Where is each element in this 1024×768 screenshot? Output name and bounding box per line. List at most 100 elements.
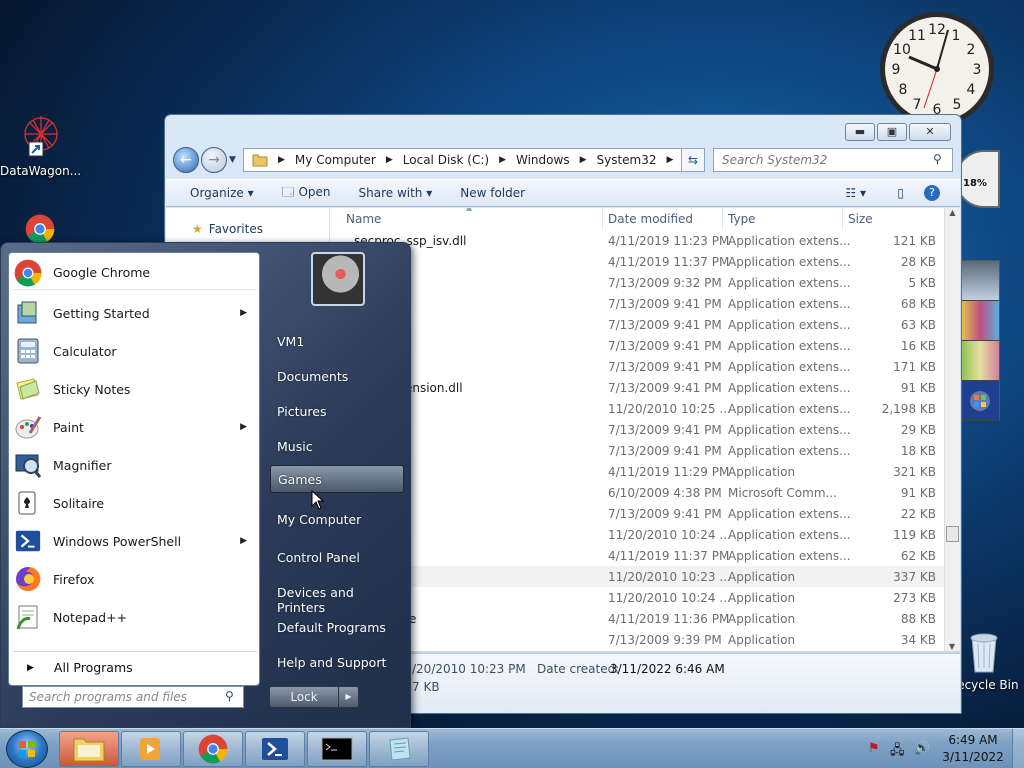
start-program-getting-started[interactable]: Getting Started ▶ [13, 296, 257, 330]
start-program-solitaire[interactable]: Solitaire [13, 486, 257, 520]
file-row[interactable]: secproc_ssp_isv.dll 4/11/2019 11:23 PM App… [332, 230, 944, 251]
file-row[interactable]: .dll4/11/2019 11:37 PMApplication extens… [332, 251, 944, 272]
file-row[interactable]: .dll7/13/2009 9:32 PMApplication extens.… [332, 272, 944, 293]
vertical-scrollbar[interactable]: ▲ ▼ [944, 208, 960, 651]
breadcrumb-local-disk[interactable]: Local Disk (C:) [403, 153, 489, 167]
file-date: 4/11/2019 11:36 PM [608, 612, 730, 626]
start-button[interactable] [6, 730, 48, 768]
taskbar-chrome-button[interactable] [183, 731, 243, 767]
magnifier-icon [13, 450, 43, 480]
file-row[interactable]: )11/20/2010 10:23 ...Application337 KB [332, 566, 944, 587]
start-link-devices-and-printers[interactable]: Devices and Printers [270, 579, 404, 615]
taskbar-cmd-button[interactable] [307, 731, 367, 767]
address-bar[interactable]: ▶ My Computer ▶ Local Disk (C:) ▶ Window… [243, 148, 699, 172]
start-link-default-programs[interactable]: Default Programs [270, 614, 404, 642]
search-icon[interactable]: ⚲ [933, 152, 942, 166]
start-link-control-panel[interactable]: Control Panel [270, 544, 404, 572]
close-button[interactable]: ✕ [909, 123, 951, 141]
start-program-paint[interactable]: Paint ▶ [13, 410, 257, 444]
breadcrumb-windows[interactable]: Windows [516, 153, 570, 167]
file-row[interactable]: .dll7/13/2009 9:41 PMApplication extens.… [332, 335, 944, 356]
recent-pages-icon[interactable]: ▼ [229, 155, 236, 165]
network-icon[interactable]: 🖧 [890, 741, 905, 763]
file-row[interactable]: .dll11/20/2010 10:24 ...Application exte… [332, 524, 944, 545]
start-link-my-computer[interactable]: My Computer [270, 506, 404, 534]
start-search-input[interactable]: Search programs and files [22, 686, 244, 708]
volume-icon[interactable]: 🔊 [914, 741, 930, 756]
view-options-icon[interactable]: ☷ ▾ [845, 186, 866, 200]
file-row[interactable]: ocale.dll4/11/2019 11:37 PMApplication e… [332, 545, 944, 566]
organize-button[interactable]: Organize ▾ [190, 186, 254, 200]
file-row[interactable]: 7/13/2009 9:41 PM Application extens... 63… [332, 314, 944, 335]
file-row[interactable]: Api.dll7/13/2009 9:41 PMApplication exte… [332, 356, 944, 377]
breadcrumb-my-computer[interactable]: My Computer [295, 153, 376, 167]
mouse-cursor-icon [311, 490, 325, 510]
breadcrumb-separator-icon: ▶ [385, 155, 393, 165]
file-row[interactable]: talledDate4/11/2019 11:36 PMApplication8… [332, 608, 944, 629]
taskbar-media-player-button[interactable] [121, 731, 181, 767]
search-input[interactable]: Search System32 [713, 148, 953, 172]
svg-text:7: 7 [913, 97, 922, 113]
start-link-documents[interactable]: Documents [270, 363, 404, 391]
lock-button[interactable]: Lock ▶ [269, 686, 359, 708]
share-with-button[interactable]: Share with ▾ [359, 186, 433, 200]
cpu-meter-value: 18% [963, 178, 987, 189]
minimize-button[interactable]: ▬ [845, 123, 875, 141]
media-player-icon [140, 738, 160, 760]
file-row[interactable]: Cpl.dll11/20/2010 10:25 ...Application e… [332, 398, 944, 419]
start-link-pictures[interactable]: Pictures [270, 398, 404, 426]
show-desktop-button[interactable] [1012, 729, 1024, 768]
column-header-size[interactable]: Size [848, 212, 873, 226]
file-row[interactable]: 6/10/2009 4:38 PM Microsoft Comm... 91 KB [332, 482, 944, 503]
windows-logo-icon [19, 741, 35, 757]
start-program-firefox[interactable]: Firefox [13, 562, 257, 596]
start-program-powershell[interactable]: Windows PowerShell ▶ [13, 524, 257, 558]
sort-arrow-icon: ▲ [466, 208, 472, 212]
file-row[interactable]: v.dll7/13/2009 9:41 PMApplication extens… [332, 503, 944, 524]
taskbar-powershell-button[interactable] [245, 731, 305, 767]
start-program-sticky-notes[interactable]: Sticky Notes [13, 372, 257, 406]
nav-favorites[interactable]: ★ Favorites [192, 222, 263, 236]
start-program-magnifier[interactable]: Magnifier [13, 448, 257, 482]
column-header-name[interactable]: Name [346, 212, 381, 226]
start-link-vm1[interactable]: VM1 [270, 328, 404, 356]
preview-pane-icon[interactable]: ▯ [897, 186, 904, 200]
expand-arrow-icon: ▶ [27, 662, 34, 673]
start-link-music[interactable]: Music [270, 433, 404, 461]
open-button[interactable]: 🗔 Open [282, 183, 331, 204]
forward-button[interactable]: → [201, 147, 227, 173]
scroll-up-icon[interactable]: ▲ [945, 208, 960, 224]
breadcrumb-system32[interactable]: System32 [597, 153, 657, 167]
sticky-notes-icon [13, 374, 43, 404]
refresh-button[interactable]: ⇆ [681, 148, 705, 172]
user-picture[interactable] [311, 252, 365, 306]
taskbar-notepad-button[interactable] [369, 731, 429, 767]
folder-icon [252, 154, 268, 167]
start-link-games[interactable]: Games [270, 465, 404, 493]
start-program-notepadpp[interactable]: Notepad++ [13, 600, 257, 634]
scroll-down-icon[interactable]: ▼ [945, 642, 959, 651]
file-row[interactable]: 4/11/2019 11:29 PM Application 321 KB [332, 461, 944, 482]
taskbar-explorer-button[interactable] [59, 731, 119, 767]
all-programs-button[interactable]: ▶ All Programs [13, 651, 257, 683]
desktop-icon-datawagon[interactable]: DataWagon... [0, 112, 81, 178]
file-row[interactable]: il.dll7/13/2009 9:41 PMApplication exten… [332, 293, 944, 314]
file-row[interactable]: 7/13/2009 9:39 PM Application 34 KB [332, 629, 944, 650]
new-folder-button[interactable]: New folder [460, 186, 525, 200]
column-header-date[interactable]: Date modified [608, 212, 693, 226]
start-link-help-and-support[interactable]: Help and Support [270, 649, 404, 677]
help-icon[interactable]: ? [924, 185, 940, 201]
start-program-calculator[interactable]: Calculator [13, 334, 257, 368]
action-center-icon[interactable]: ⚑ [868, 741, 880, 756]
shutdown-options-icon[interactable]: ▶ [338, 687, 358, 707]
start-program-chrome[interactable]: Google Chrome [13, 256, 257, 290]
back-button[interactable]: ← [173, 147, 199, 173]
clock[interactable]: 6:49 AM 3/11/2022 [940, 733, 1006, 764]
column-header-type[interactable]: Type [728, 212, 756, 226]
file-row[interactable]: 11/20/2010 10:24 ... Application 273 KB [332, 587, 944, 608]
maximize-button[interactable]: ▣ [877, 123, 907, 141]
scroll-thumb[interactable] [946, 526, 959, 542]
file-row[interactable]: ClassExtension.dll7/13/2009 9:41 PMAppli… [332, 377, 944, 398]
file-row[interactable]: t.dll7/13/2009 9:41 PMApplication extens… [332, 419, 944, 440]
file-row[interactable]: dll7/13/2009 9:41 PMApplication extens..… [332, 440, 944, 461]
